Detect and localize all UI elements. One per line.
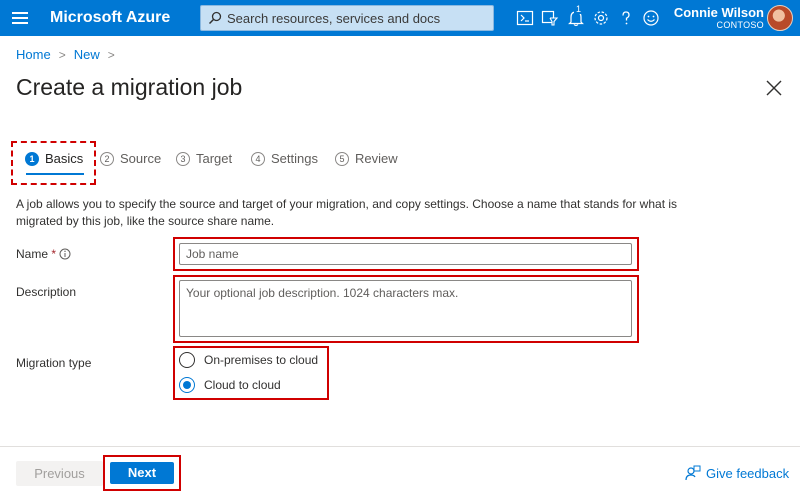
breadcrumb: Home > New > <box>16 47 123 62</box>
active-step-indicator <box>26 173 84 175</box>
search-box[interactable]: Search resources, services and docs <box>200 5 494 31</box>
name-label-text: Name <box>16 247 49 261</box>
tab-target[interactable]: 3 Target <box>176 151 232 171</box>
cloud-shell-icon[interactable] <box>516 9 534 27</box>
required-mark: * <box>51 247 57 261</box>
radio-checked-icon <box>179 377 195 393</box>
notification-count-badge: 1 <box>574 4 584 14</box>
footer-divider <box>0 446 800 447</box>
step-number: 4 <box>251 152 265 166</box>
step-number: 5 <box>335 152 349 166</box>
user-name[interactable]: Connie Wilson <box>674 5 764 20</box>
step-label: Review <box>355 151 398 166</box>
give-feedback-label: Give feedback <box>706 466 790 481</box>
job-name-input[interactable] <box>179 243 632 265</box>
step-label: Target <box>196 151 233 166</box>
step-number: 1 <box>25 152 39 166</box>
give-feedback-link[interactable]: Give feedback <box>685 465 789 481</box>
radio-on-premises-to-cloud[interactable]: On-premises to cloud <box>179 351 324 371</box>
brand-title[interactable]: Microsoft Azure <box>50 9 170 27</box>
search-icon <box>208 11 222 25</box>
page-title: Create a migration job <box>16 74 243 100</box>
feedback-person-icon <box>685 465 701 481</box>
feedback-smiley-icon[interactable] <box>642 9 660 27</box>
top-bar: Microsoft Azure Search resources, servic… <box>0 0 800 36</box>
step-number: 2 <box>100 152 114 166</box>
step-label: Source <box>120 151 162 166</box>
settings-icon[interactable] <box>592 9 610 27</box>
user-org[interactable]: CONTOSO <box>717 20 764 30</box>
help-icon[interactable] <box>617 9 635 27</box>
radio-label: On-premises to cloud <box>204 353 319 367</box>
radio-label: Cloud to cloud <box>204 378 281 392</box>
info-icon[interactable] <box>59 248 71 260</box>
migration-type-label: Migration type <box>16 356 92 370</box>
radio-cloud-to-cloud[interactable]: Cloud to cloud <box>179 376 324 396</box>
notifications-button[interactable]: 1 <box>567 4 585 27</box>
tab-review[interactable]: 5 Review <box>335 151 398 171</box>
tab-settings[interactable]: 4 Settings <box>251 151 318 171</box>
menu-icon[interactable] <box>10 9 30 27</box>
tab-source[interactable]: 2 Source <box>100 151 161 171</box>
step-number: 3 <box>176 152 190 166</box>
next-button[interactable]: Next <box>110 462 174 484</box>
chevron-right-icon: > <box>58 48 66 62</box>
tab-basics[interactable]: 1 Basics <box>25 151 83 171</box>
close-icon[interactable] <box>765 79 783 97</box>
directory-filter-icon[interactable] <box>541 9 559 27</box>
step-label: Basics <box>45 151 84 166</box>
job-description-input[interactable] <box>179 280 632 337</box>
intro-text: A job allows you to specify the source a… <box>16 197 678 228</box>
previous-button: Previous <box>16 461 103 486</box>
radio-unchecked-icon <box>179 352 195 368</box>
step-label: Settings <box>271 151 318 166</box>
breadcrumb-home[interactable]: Home <box>16 47 51 62</box>
breadcrumb-new[interactable]: New <box>74 47 100 62</box>
search-placeholder: Search resources, services and docs <box>227 11 441 26</box>
avatar[interactable] <box>767 5 793 31</box>
name-label: Name * <box>16 247 71 261</box>
chevron-right-icon: > <box>107 48 115 62</box>
description-label: Description <box>16 285 77 299</box>
